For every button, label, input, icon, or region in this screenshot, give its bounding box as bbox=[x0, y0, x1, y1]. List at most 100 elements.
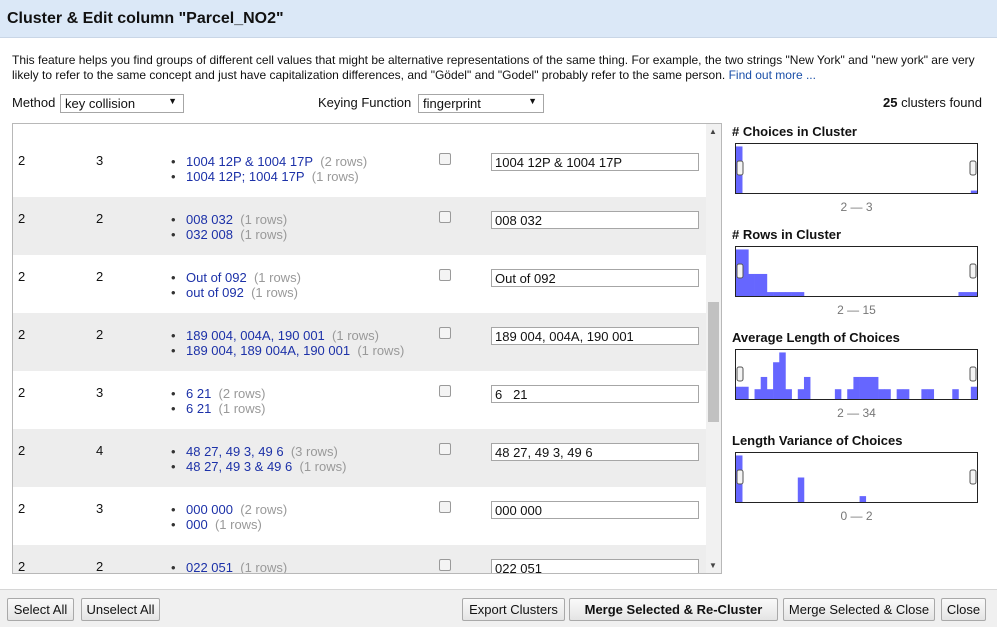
histogram-bar bbox=[859, 496, 867, 502]
clusters-count: 25 bbox=[882, 95, 898, 110]
choice-value-link[interactable]: 48 27, 49 3, 49 6 bbox=[186, 444, 284, 459]
choice-count: (1 rows) bbox=[253, 270, 301, 285]
merge-checkbox[interactable] bbox=[439, 385, 451, 397]
histogram-bar bbox=[921, 389, 928, 399]
histogram-bar bbox=[773, 292, 780, 296]
cluster-choices: 48 27, 49 3, 49 6 (3 rows)48 27, 49 3 & … bbox=[171, 444, 346, 474]
choice-value-link[interactable]: 000 bbox=[186, 517, 208, 532]
choice-count: (2 rows) bbox=[218, 386, 266, 401]
choice-value-link[interactable]: 48 27, 49 3 & 49 6 bbox=[186, 459, 292, 474]
facet-range: 2 — 3 bbox=[840, 200, 873, 214]
histogram-bar bbox=[742, 386, 749, 399]
choice-value-link[interactable]: 1004 12P & 1004 17P bbox=[186, 154, 313, 169]
select-all-button[interactable]: Select All bbox=[7, 598, 74, 621]
choice-value-link[interactable]: 189 004, 189 004A, 190 001 bbox=[186, 343, 350, 358]
histogram-chart bbox=[736, 249, 977, 296]
new-cell-value-input[interactable] bbox=[491, 501, 699, 519]
choice-count: (2 rows) bbox=[240, 502, 288, 517]
choice-count: (1 rows) bbox=[218, 401, 266, 416]
histogram-bar bbox=[760, 273, 768, 296]
merge-checkbox[interactable] bbox=[439, 559, 451, 571]
choice-value-link[interactable]: 032 008 bbox=[186, 227, 233, 242]
range-min-handle[interactable] bbox=[736, 160, 744, 176]
histogram-chart bbox=[736, 455, 977, 502]
choice-count: (2 rows) bbox=[320, 154, 368, 169]
range-min-handle[interactable] bbox=[736, 469, 744, 485]
choice-value-link[interactable]: 189 004, 004A, 190 001 bbox=[186, 328, 325, 343]
choice-count: (1 rows) bbox=[332, 328, 379, 343]
cluster-size: 2 bbox=[18, 327, 26, 342]
merge-recluster-button[interactable]: Merge Selected & Re-Cluster bbox=[569, 598, 778, 621]
histogram-bar bbox=[779, 292, 786, 296]
new-cell-value-input[interactable] bbox=[491, 211, 699, 229]
facet-histogram[interactable] bbox=[735, 452, 978, 503]
scroll-up-icon[interactable]: ▲ bbox=[709, 127, 717, 136]
choice-value-link[interactable]: 1004 12P; 1004 17P bbox=[186, 169, 305, 184]
choice-value-link[interactable]: 022 051 bbox=[186, 560, 233, 573]
new-cell-value-input[interactable] bbox=[491, 327, 699, 345]
clusters-table[interactable]: 2 3 1004 12P & 1004 17P (2 rows) 1004 12P; … bbox=[12, 123, 722, 574]
merge-close-button[interactable]: Merge Selected & Close bbox=[783, 598, 935, 621]
table-row: 22008 032 (1 rows)032 008 (1 rows) bbox=[13, 197, 706, 255]
merge-checkbox[interactable] bbox=[439, 501, 451, 513]
keying-function-select[interactable]: fingerprint ▼ bbox=[418, 94, 544, 113]
facet-range: 2 — 34 bbox=[837, 406, 876, 420]
method-select[interactable]: key collision ▼ bbox=[60, 94, 184, 113]
scrollbar-thumb[interactable] bbox=[708, 302, 719, 422]
histogram-bar bbox=[847, 389, 854, 399]
choice-item: 022 051 (1 rows) bbox=[171, 560, 287, 573]
close-button[interactable]: Close bbox=[941, 598, 986, 621]
histogram-bar bbox=[803, 376, 811, 399]
facet-histogram[interactable] bbox=[735, 143, 978, 194]
choice-count: (1 rows) bbox=[240, 227, 288, 242]
histogram-bar bbox=[785, 292, 792, 296]
facet-histogram[interactable] bbox=[735, 246, 978, 297]
range-max-handle[interactable] bbox=[969, 160, 977, 176]
choice-item: 000 000 (2 rows) bbox=[171, 502, 287, 517]
cluster-size: 2 bbox=[18, 211, 26, 226]
cluster-row-count: 2 bbox=[96, 269, 104, 284]
range-max-handle[interactable] bbox=[969, 366, 977, 382]
choice-value-link[interactable]: out of 092 bbox=[186, 285, 244, 300]
keying-function-value: fingerprint bbox=[423, 96, 481, 111]
clusters-table-rows: 2 3 1004 12P & 1004 17P (2 rows) 1004 12P; … bbox=[13, 139, 706, 573]
unselect-all-button[interactable]: Unselect All bbox=[81, 598, 160, 621]
choice-item: 6 21 (2 rows) bbox=[171, 386, 266, 401]
new-cell-value-input[interactable] bbox=[491, 385, 699, 403]
range-min-handle[interactable] bbox=[736, 366, 744, 382]
facet-histogram[interactable] bbox=[735, 349, 978, 400]
export-clusters-button[interactable]: Export Clusters bbox=[462, 598, 565, 621]
new-cell-value-input[interactable] bbox=[491, 443, 699, 461]
range-max-handle[interactable] bbox=[969, 263, 977, 279]
table-row: 231004 12P & 1004 17P (2 rows)1004 12P; … bbox=[13, 139, 706, 197]
scroll-down-icon[interactable]: ▼ bbox=[709, 561, 717, 570]
merge-checkbox[interactable] bbox=[439, 211, 451, 223]
cluster-choices: 000 000 (2 rows)000 (1 rows) bbox=[171, 502, 287, 532]
histogram-bar bbox=[834, 389, 842, 399]
choice-value-link[interactable]: 008 032 bbox=[186, 212, 233, 227]
cluster-choices: 1004 12P & 1004 17P (2 rows) 1004 12P; 10… bbox=[171, 154, 367, 184]
table-row: 23000 000 (2 rows)000 (1 rows) bbox=[13, 487, 706, 545]
table-scrollbar[interactable]: ▲ ▼ bbox=[706, 124, 721, 573]
cluster-size: 2 bbox=[18, 501, 26, 516]
new-cell-value-input[interactable] bbox=[491, 153, 699, 171]
new-cell-value-input[interactable] bbox=[491, 269, 699, 287]
merge-checkbox[interactable] bbox=[439, 443, 451, 455]
choice-value-link[interactable]: 000 000 bbox=[186, 502, 233, 517]
histogram-bar bbox=[970, 292, 977, 296]
range-max-handle[interactable] bbox=[969, 469, 977, 485]
find-out-more-link[interactable]: Find out more ... bbox=[729, 68, 816, 82]
choice-count: (1 rows) bbox=[357, 343, 405, 358]
merge-checkbox[interactable] bbox=[439, 153, 451, 165]
choice-value-link[interactable]: 6 21 bbox=[186, 401, 211, 416]
choice-value-link[interactable]: Out of 092 bbox=[186, 270, 247, 285]
merge-checkbox[interactable] bbox=[439, 269, 451, 281]
table-row: 2 2 022 051 (1 rows) bbox=[13, 545, 706, 573]
cluster-row-count: 3 bbox=[96, 385, 104, 400]
merge-checkbox[interactable] bbox=[439, 327, 451, 339]
new-cell-value-input[interactable] bbox=[491, 559, 699, 573]
chevron-down-icon: ▼ bbox=[528, 96, 537, 106]
cluster-row-count: 4 bbox=[96, 443, 104, 458]
range-min-handle[interactable] bbox=[736, 263, 744, 279]
choice-value-link[interactable]: 6 21 bbox=[186, 386, 211, 401]
